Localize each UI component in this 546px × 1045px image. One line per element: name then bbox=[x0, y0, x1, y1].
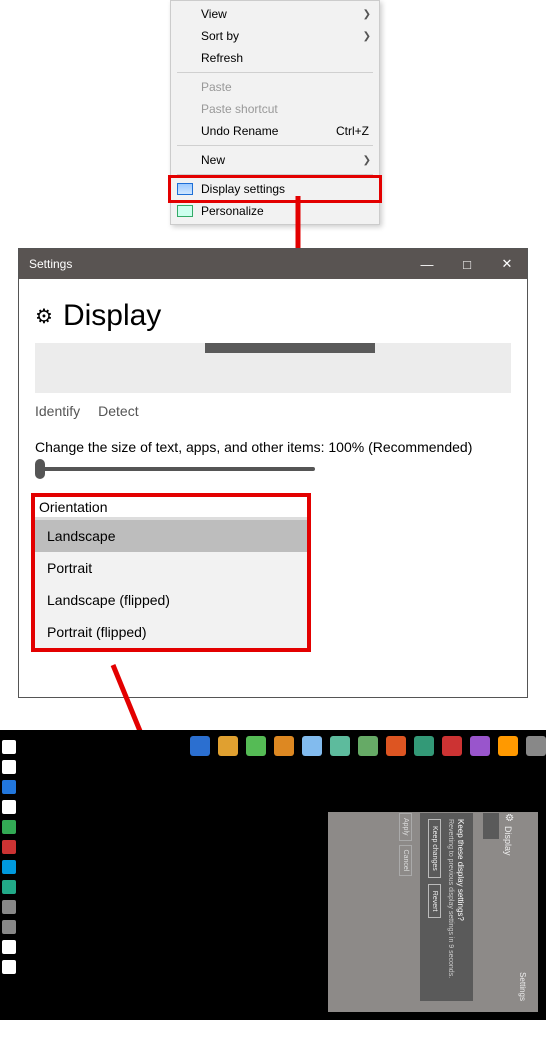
desktop-icon[interactable] bbox=[386, 736, 406, 756]
desktop-icon[interactable] bbox=[358, 736, 378, 756]
ctx-label: Undo Rename bbox=[201, 124, 278, 138]
desktop-icon[interactable] bbox=[330, 736, 350, 756]
taskbar-icon[interactable] bbox=[2, 880, 16, 894]
orientation-dropdown: Orientation Landscape Portrait Landscape… bbox=[31, 493, 311, 652]
taskbar-icon[interactable] bbox=[2, 900, 16, 914]
window-title: Settings bbox=[518, 813, 527, 1001]
orientation-label: Orientation bbox=[35, 497, 307, 517]
chevron-right-icon: ❯ bbox=[363, 9, 371, 20]
taskbar-icon[interactable] bbox=[2, 780, 16, 794]
chevron-right-icon: ❯ bbox=[363, 155, 371, 166]
desktop-icon[interactable] bbox=[498, 736, 518, 756]
apply-button[interactable]: Apply bbox=[399, 813, 412, 841]
minimize-button[interactable]: — bbox=[407, 249, 447, 279]
desktop-icon[interactable] bbox=[190, 736, 210, 756]
rotated-desktop: Settings ⚙ Display Keep these display se… bbox=[0, 730, 546, 1020]
desktop-icon[interactable] bbox=[442, 736, 462, 756]
taskbar-icon[interactable] bbox=[2, 940, 16, 954]
gear-icon: ⚙ bbox=[503, 813, 514, 822]
separator bbox=[177, 145, 373, 146]
keep-changes-button[interactable]: Keep changes bbox=[428, 819, 441, 878]
monitor-icon bbox=[205, 343, 375, 353]
heading-text: Display bbox=[63, 299, 161, 333]
maximize-button[interactable]: □ bbox=[447, 249, 487, 279]
display-preview bbox=[35, 343, 511, 393]
display-icon bbox=[177, 183, 193, 195]
desktop-icon[interactable] bbox=[414, 736, 434, 756]
slider-knob[interactable] bbox=[35, 459, 45, 479]
ctx-label: Personalize bbox=[201, 204, 264, 218]
ctx-paste: Paste bbox=[171, 76, 379, 98]
orientation-options: Landscape Portrait Landscape (flipped) P… bbox=[35, 517, 307, 648]
ctx-new[interactable]: New ❯ bbox=[171, 149, 379, 171]
close-button[interactable]: ✕ bbox=[487, 249, 527, 279]
chevron-right-icon: ❯ bbox=[363, 31, 371, 42]
scale-label: Change the size of text, apps, and other… bbox=[35, 439, 511, 455]
rotated-settings-window: Settings ⚙ Display Keep these display se… bbox=[328, 812, 538, 1012]
cancel-button[interactable]: Cancel bbox=[399, 845, 412, 877]
ctx-sortby[interactable]: Sort by ❯ bbox=[171, 25, 379, 47]
ctx-label: Paste bbox=[201, 80, 232, 94]
settings-body: ⚙ Display Identify Detect Change the siz… bbox=[19, 279, 527, 662]
desktop-icon[interactable] bbox=[274, 736, 294, 756]
desktop-icon[interactable] bbox=[302, 736, 322, 756]
desktop-context-menu: View ❯ Sort by ❯ Refresh Paste Paste sho… bbox=[170, 0, 380, 225]
taskbar-icon[interactable] bbox=[2, 860, 16, 874]
window-title: Settings bbox=[29, 257, 72, 271]
ctx-label: Sort by bbox=[201, 29, 239, 43]
desktop-icons-row bbox=[190, 736, 546, 756]
rotated-heading: ⚙ Display bbox=[503, 813, 514, 1001]
ctx-label: Paste shortcut bbox=[201, 102, 278, 116]
taskbar-icon[interactable] bbox=[2, 960, 16, 974]
shortcut-text: Ctrl+Z bbox=[336, 124, 369, 138]
heading-text: Display bbox=[504, 826, 514, 856]
dialog-subtext: Reverting to previous display settings i… bbox=[447, 819, 454, 995]
scale-slider[interactable] bbox=[35, 467, 315, 471]
taskbar-icon[interactable] bbox=[2, 820, 16, 834]
taskbar-icon[interactable] bbox=[2, 800, 16, 814]
desktop-icon[interactable] bbox=[470, 736, 490, 756]
ctx-refresh[interactable]: Refresh bbox=[171, 47, 379, 69]
ctx-display-settings[interactable]: Display settings bbox=[168, 175, 382, 203]
taskbar-icon[interactable] bbox=[2, 920, 16, 934]
ctx-label: New bbox=[201, 153, 225, 167]
dialog-question: Keep these display settings? bbox=[456, 819, 465, 995]
ctx-paste-shortcut: Paste shortcut bbox=[171, 98, 379, 120]
ctx-view[interactable]: View ❯ bbox=[171, 3, 379, 25]
page-heading: ⚙ Display bbox=[35, 299, 511, 333]
ctx-undo-rename[interactable]: Undo Rename Ctrl+Z bbox=[171, 120, 379, 142]
desktop-icon[interactable] bbox=[246, 736, 266, 756]
detect-link[interactable]: Detect bbox=[98, 403, 138, 419]
personalize-icon bbox=[177, 205, 193, 217]
separator bbox=[177, 72, 373, 73]
taskbar-icon[interactable] bbox=[2, 840, 16, 854]
ctx-label: Refresh bbox=[201, 51, 243, 65]
desktop-icon[interactable] bbox=[526, 736, 546, 756]
monitor-icon bbox=[483, 813, 499, 839]
gear-icon: ⚙ bbox=[35, 304, 53, 329]
ctx-label: Display settings bbox=[201, 182, 285, 196]
ctx-personalize[interactable]: Personalize bbox=[171, 200, 379, 222]
settings-window: Settings — □ ✕ ⚙ Display Identify Detect… bbox=[18, 248, 528, 698]
desktop-icon[interactable] bbox=[218, 736, 238, 756]
keep-settings-dialog: Keep these display settings? Reverting t… bbox=[420, 813, 473, 1001]
taskbar-icon[interactable] bbox=[2, 760, 16, 774]
orientation-option-landscape-flipped[interactable]: Landscape (flipped) bbox=[35, 584, 307, 616]
identify-link[interactable]: Identify bbox=[35, 403, 80, 419]
taskbar-icon[interactable] bbox=[2, 740, 16, 754]
orientation-option-landscape[interactable]: Landscape bbox=[35, 520, 307, 552]
identify-detect-row: Identify Detect bbox=[35, 403, 511, 419]
revert-button[interactable]: Revert bbox=[428, 884, 441, 919]
titlebar: Settings — □ ✕ bbox=[19, 249, 527, 279]
orientation-option-portrait[interactable]: Portrait bbox=[35, 552, 307, 584]
taskbar-vertical bbox=[0, 734, 18, 1014]
ctx-label: View bbox=[201, 7, 227, 21]
orientation-option-portrait-flipped[interactable]: Portrait (flipped) bbox=[35, 616, 307, 648]
window-buttons: — □ ✕ bbox=[407, 249, 527, 279]
